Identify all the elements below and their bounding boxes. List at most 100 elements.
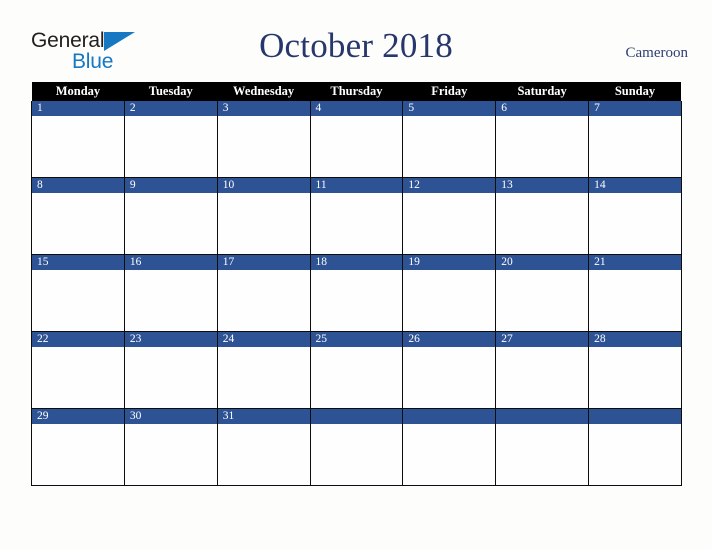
calendar-day-cell[interactable]: 11 [309,177,404,255]
calendar-day-cell[interactable]: 12 [402,177,497,255]
day-cell-inner: 26 [403,332,496,408]
day-notes-area[interactable] [589,424,681,485]
calendar-day-cell[interactable]: 16 [123,254,218,332]
day-notes-area[interactable] [496,270,589,331]
day-notes-area[interactable] [32,270,124,331]
day-cell-inner: 12 [403,178,496,254]
day-notes-area[interactable] [124,270,217,331]
calendar-day-cell[interactable]: 14 [588,177,682,255]
calendar-empty-cell[interactable] [402,408,497,486]
day-notes-area[interactable] [32,193,124,254]
calendar-day-cell[interactable]: 31 [216,408,311,486]
day-cell-inner: 24 [217,332,310,408]
day-notes-area[interactable] [403,193,496,254]
day-cell-inner [310,409,403,485]
day-notes-area[interactable] [32,347,124,408]
day-notes-area[interactable] [310,193,403,254]
day-notes-area[interactable] [496,116,589,177]
calendar-day-cell[interactable]: 22 [31,331,125,409]
day-cell-inner: 21 [589,255,681,331]
day-cell-inner: 31 [217,409,310,485]
day-notes-area[interactable] [589,193,681,254]
calendar-page: General Blue October 2018 Cameroon Monda… [0,0,712,550]
day-notes-area[interactable] [217,270,310,331]
calendar-day-cell[interactable]: 1 [31,101,125,178]
day-number: 19 [403,255,496,270]
day-cell-inner [589,409,681,485]
day-notes-area[interactable] [217,424,310,485]
day-cell-inner: 20 [496,255,589,331]
weekday-header-sunday: Sunday [588,82,682,101]
calendar-day-cell[interactable]: 15 [31,254,125,332]
calendar-day-cell[interactable]: 9 [123,177,218,255]
calendar-day-cell[interactable]: 18 [309,254,404,332]
day-notes-area[interactable] [589,116,681,177]
day-notes-area[interactable] [217,193,310,254]
calendar-day-cell[interactable]: 3 [216,101,311,178]
calendar-header-row: Monday Tuesday Wednesday Thursday Friday Satu… [31,82,682,101]
day-notes-area[interactable] [589,270,681,331]
weekday-header-wednesday: Wednesday [217,82,311,101]
day-notes-area[interactable] [403,347,496,408]
day-notes-area[interactable] [124,116,217,177]
day-cell-inner: 28 [589,332,681,408]
calendar-week-row: 22 23 24 25 26 27 28 [31,331,682,409]
day-notes-area[interactable] [32,116,124,177]
day-notes-area[interactable] [310,347,403,408]
day-notes-area[interactable] [217,116,310,177]
day-notes-area[interactable] [310,116,403,177]
calendar-day-cell[interactable]: 7 [588,101,682,178]
calendar-day-cell[interactable]: 30 [123,408,218,486]
calendar-day-cell[interactable]: 24 [216,331,311,409]
day-notes-area[interactable] [310,270,403,331]
day-number: 18 [310,255,403,270]
weekday-header-tuesday: Tuesday [124,82,218,101]
day-number: 20 [496,255,589,270]
day-notes-area[interactable] [32,424,124,485]
calendar-day-cell[interactable]: 20 [495,254,590,332]
calendar-day-cell[interactable]: 10 [216,177,311,255]
day-number: 31 [217,409,310,424]
day-notes-area[interactable] [496,424,589,485]
calendar-day-cell[interactable]: 23 [123,331,218,409]
day-number: 4 [310,101,403,116]
calendar-day-cell[interactable]: 6 [495,101,590,178]
calendar-day-cell[interactable]: 25 [309,331,404,409]
day-notes-area[interactable] [403,116,496,177]
calendar-day-cell[interactable]: 5 [402,101,497,178]
calendar-day-cell[interactable]: 28 [588,331,682,409]
day-notes-area[interactable] [589,347,681,408]
calendar-empty-cell[interactable] [588,408,682,486]
calendar-day-cell[interactable]: 19 [402,254,497,332]
day-notes-area[interactable] [496,193,589,254]
calendar-empty-cell[interactable] [309,408,404,486]
day-notes-area[interactable] [310,424,403,485]
day-notes-area[interactable] [124,347,217,408]
day-notes-area[interactable] [124,424,217,485]
day-cell-inner: 16 [124,255,217,331]
day-number: 1 [32,101,124,116]
calendar-empty-cell[interactable] [495,408,590,486]
calendar-day-cell[interactable]: 17 [216,254,311,332]
calendar-day-cell[interactable]: 21 [588,254,682,332]
calendar-day-cell[interactable]: 27 [495,331,590,409]
day-cell-inner: 11 [310,178,403,254]
day-number: 10 [217,178,310,193]
calendar-day-cell[interactable]: 26 [402,331,497,409]
calendar-day-cell[interactable]: 4 [309,101,404,178]
day-notes-area[interactable] [217,347,310,408]
day-cell-inner: 14 [589,178,681,254]
day-number: 3 [217,101,310,116]
day-notes-area[interactable] [124,193,217,254]
calendar-day-cell[interactable]: 8 [31,177,125,255]
day-number: 14 [589,178,681,193]
day-number: 24 [217,332,310,347]
day-cell-inner: 19 [403,255,496,331]
calendar-day-cell[interactable]: 13 [495,177,590,255]
calendar-day-cell[interactable]: 2 [123,101,218,178]
day-cell-inner: 18 [310,255,403,331]
day-notes-area[interactable] [403,270,496,331]
day-notes-area[interactable] [496,347,589,408]
day-notes-area[interactable] [403,424,496,485]
calendar-day-cell[interactable]: 29 [31,408,125,486]
